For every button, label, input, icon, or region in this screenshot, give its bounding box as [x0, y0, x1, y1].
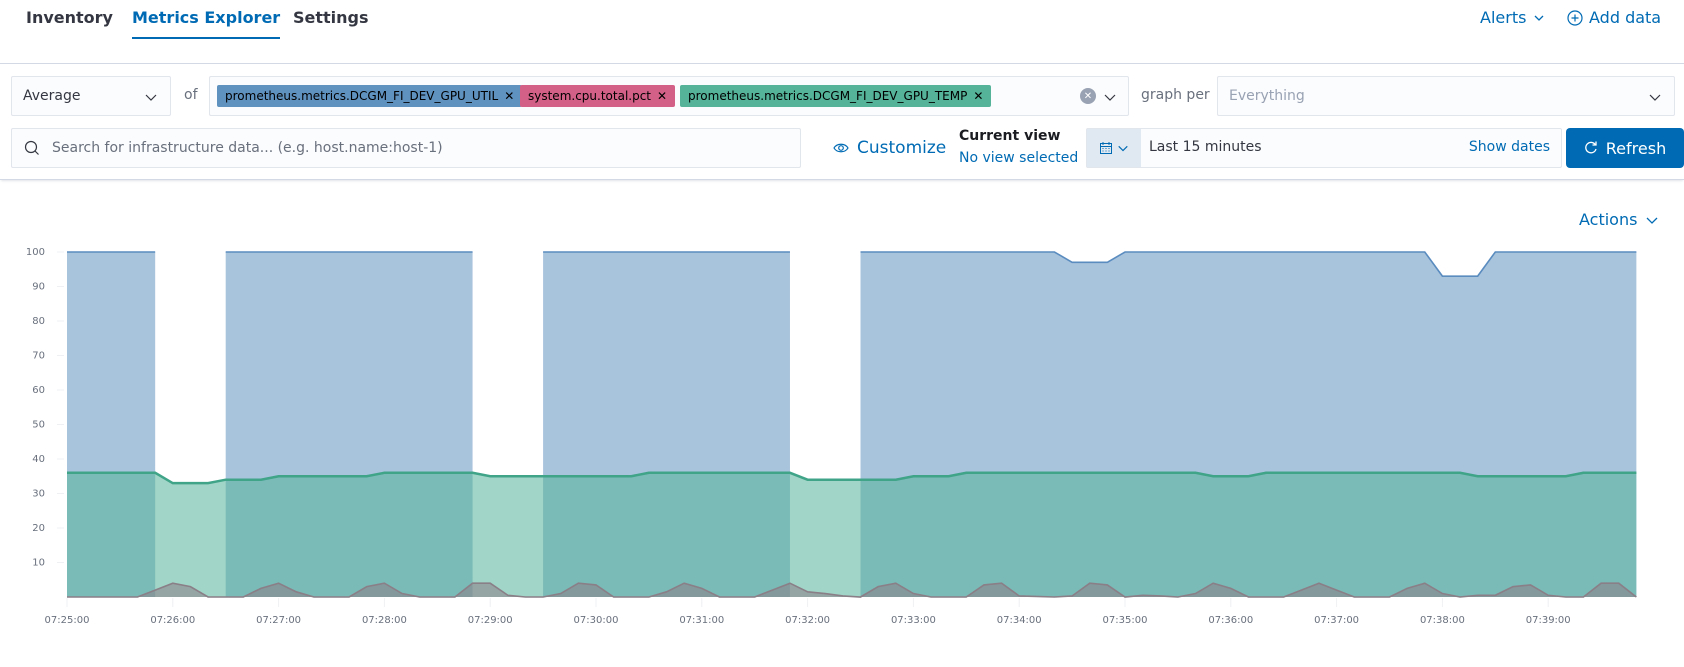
search-input[interactable]: Search for infrastructure data... (e.g. …: [11, 128, 801, 168]
x-tick-label: 07:36:00: [1208, 615, 1253, 626]
y-tick-label: 40: [32, 454, 45, 465]
current-view-title: Current view: [959, 128, 1061, 144]
calendar-icon: [1100, 142, 1112, 154]
metric-pill-label: system.cpu.total.pct: [528, 89, 652, 103]
y-tick-label: 100: [26, 247, 45, 258]
top-navigation: Inventory Metrics Explorer Settings Aler…: [0, 0, 1684, 64]
plus-circle-icon: [1567, 9, 1583, 26]
chart-gridlines: [57, 251, 64, 563]
chevron-down-icon[interactable]: [1103, 90, 1117, 104]
metric-pill-gpu-util: prometheus.metrics.DCGM_FI_DEV_GPU_UTIL …: [217, 85, 523, 107]
y-tick-label: 60: [32, 385, 45, 396]
actions-label: Actions: [1579, 210, 1638, 229]
metrics-chart[interactable]: 102030405060708090100 07:25:00 07:26:00 07…: [0, 230, 1684, 640]
search-icon: [24, 140, 39, 155]
x-tick-label: 07:29:00: [468, 615, 513, 626]
show-dates-link[interactable]: Show dates: [1469, 139, 1550, 155]
aggregation-value: Average: [23, 88, 81, 104]
x-tick-label: 07:27:00: [256, 615, 301, 626]
y-axis: 10 20 30 40 50 60 70 80 90 100: [26, 247, 45, 569]
y-tick-label: 50: [32, 420, 45, 431]
y-tick-label: 20: [32, 523, 45, 534]
x-tick-label: 07:34:00: [997, 615, 1042, 626]
x-tick-label: 07:25:00: [45, 615, 90, 626]
search-placeholder: Search for infrastructure data... (e.g. …: [52, 140, 443, 156]
current-view-selector[interactable]: No view selected: [959, 150, 1078, 166]
chevron-down-icon: [1649, 94, 1661, 101]
add-data-label: Add data: [1589, 8, 1662, 27]
x-tick-label: 07:31:00: [679, 615, 724, 626]
eye-icon: [833, 143, 849, 153]
of-label: of: [184, 87, 198, 103]
series-gpu-temp-area: [67, 472, 1637, 597]
metric-pill-label: prometheus.metrics.DCGM_FI_DEV_GPU_TEMP: [688, 89, 968, 103]
y-tick-label: 30: [32, 489, 45, 500]
refresh-icon: [1584, 141, 1597, 154]
x-tick-label: 07:33:00: [891, 615, 936, 626]
tab-metrics-explorer[interactable]: Metrics Explorer: [132, 8, 281, 39]
refresh-label: Refresh: [1605, 138, 1667, 158]
graph-per-label: graph per: [1141, 87, 1210, 103]
chevron-down-icon: [145, 94, 157, 101]
chevron-down-icon: [1118, 145, 1128, 152]
aggregation-select[interactable]: Average: [11, 76, 171, 116]
graph-per-placeholder: Everything: [1229, 88, 1305, 104]
graph-per-select[interactable]: Everything: [1217, 76, 1675, 116]
alerts-label: Alerts: [1480, 8, 1527, 27]
metric-pill-label: prometheus.metrics.DCGM_FI_DEV_GPU_UTIL: [225, 89, 499, 103]
metrics-combobox[interactable]: prometheus.metrics.DCGM_FI_DEV_GPU_UTIL …: [209, 76, 1129, 116]
customize-label: Customize: [857, 138, 947, 158]
metrics-toolbar: Average of prometheus.metrics.DCGM_FI_DE…: [0, 64, 1684, 180]
y-tick-label: 80: [32, 316, 45, 327]
remove-metric-icon[interactable]: ✕: [504, 89, 514, 103]
add-data-link[interactable]: Add data: [1567, 8, 1661, 27]
x-tick-label: 07:39:00: [1526, 615, 1571, 626]
quick-select-button[interactable]: [1087, 129, 1141, 167]
chevron-down-icon: [1646, 217, 1658, 224]
chevron-down-icon: [1534, 15, 1544, 21]
x-tick-label: 07:32:00: [785, 615, 830, 626]
x-tick-label: 07:26:00: [150, 615, 195, 626]
metric-pill-gpu-temp: prometheus.metrics.DCGM_FI_DEV_GPU_TEMP …: [680, 85, 992, 107]
customize-button[interactable]: Customize: [833, 138, 946, 158]
y-tick-label: 70: [32, 351, 45, 362]
y-tick-label: 10: [32, 558, 45, 569]
time-range-value[interactable]: Last 15 minutes: [1149, 139, 1262, 155]
remove-metric-icon[interactable]: ✕: [973, 89, 983, 103]
metric-pill-cpu-total: system.cpu.total.pct ✕: [520, 85, 676, 107]
x-tick-label: 07:28:00: [362, 615, 407, 626]
chart-series-layer: [67, 251, 1637, 598]
date-picker: Last 15 minutes Show dates: [1086, 128, 1562, 168]
x-tick-label: 07:37:00: [1314, 615, 1359, 626]
clear-metrics-icon[interactable]: ✕: [1080, 88, 1096, 104]
x-tick-label: 07:35:00: [1103, 615, 1148, 626]
refresh-button[interactable]: Refresh: [1566, 128, 1684, 168]
x-tick-label: 07:38:00: [1420, 615, 1465, 626]
x-axis: 07:25:00 07:26:00 07:27:00 07:28:00 07:29:00…: [45, 598, 1571, 626]
tab-settings[interactable]: Settings: [293, 8, 369, 37]
tab-inventory[interactable]: Inventory: [26, 8, 113, 37]
actions-menu-button[interactable]: Actions: [1579, 210, 1659, 229]
y-tick-label: 90: [32, 282, 45, 293]
x-tick-label: 07:30:00: [574, 615, 619, 626]
alerts-menu-button[interactable]: Alerts: [1480, 8, 1546, 27]
remove-metric-icon[interactable]: ✕: [657, 89, 667, 103]
